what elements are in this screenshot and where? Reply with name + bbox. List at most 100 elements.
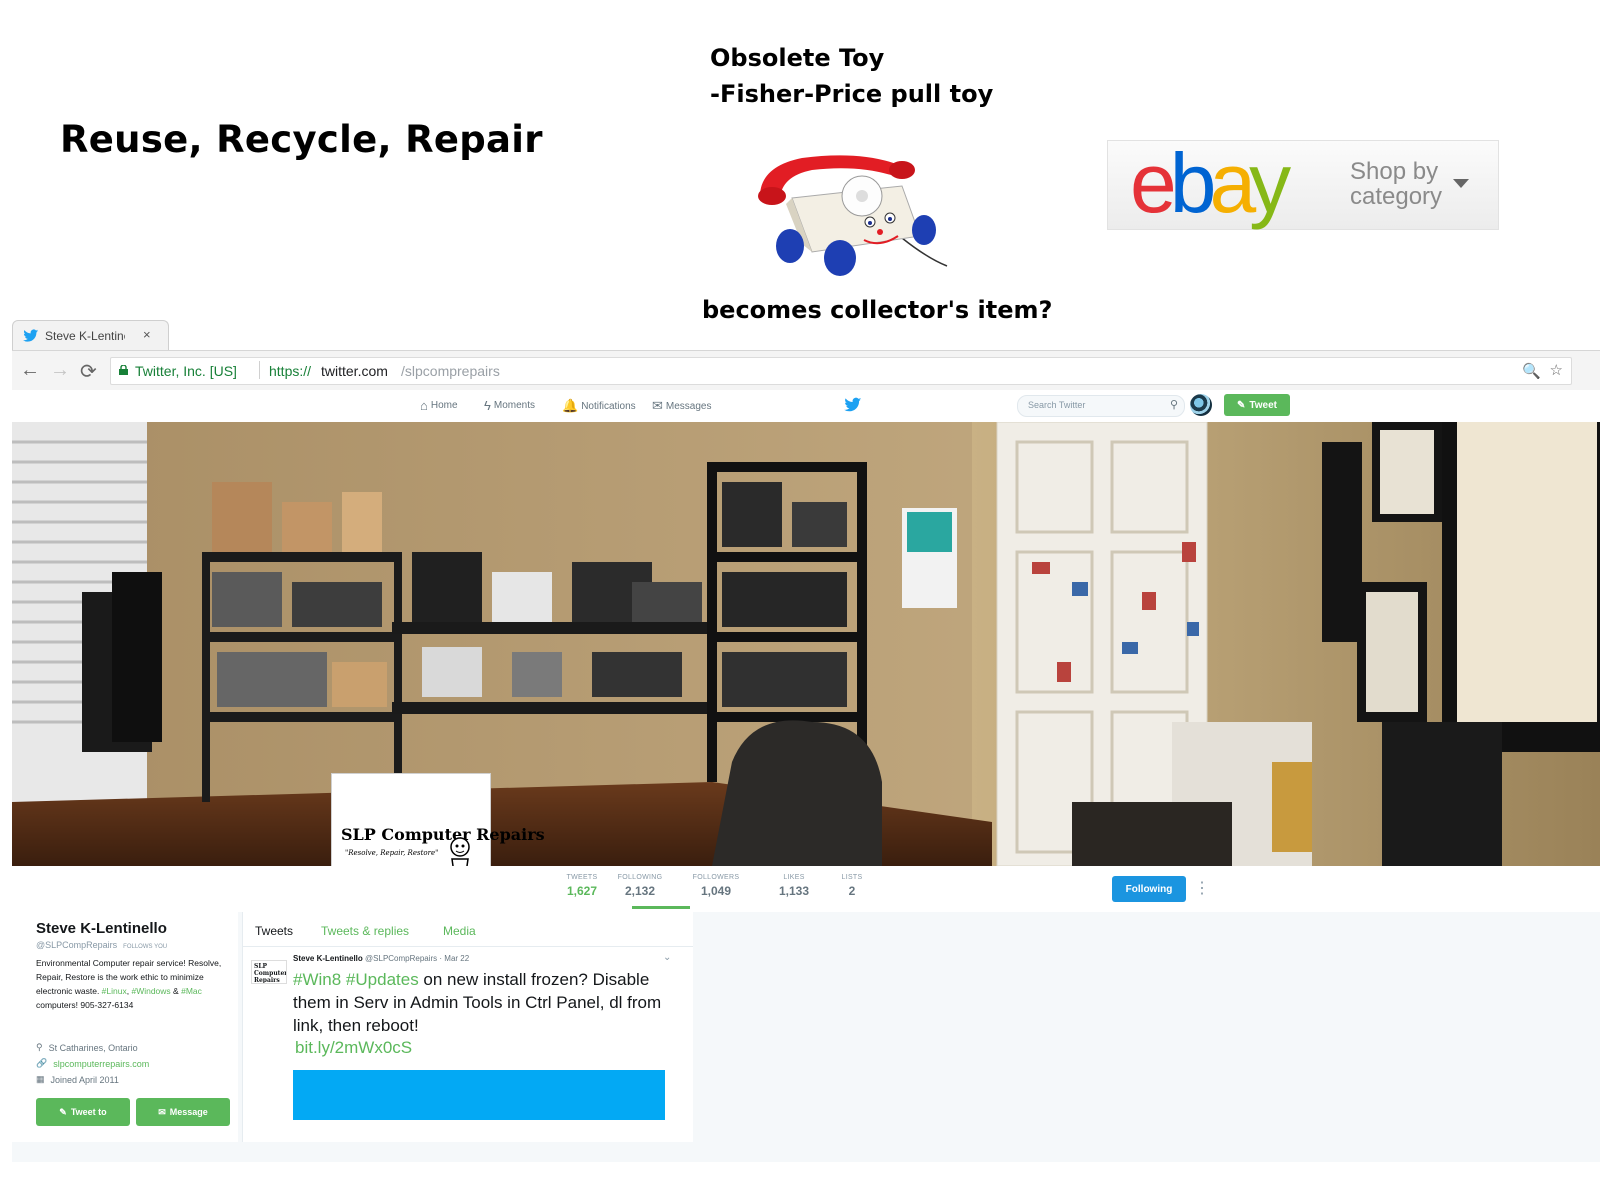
browser-window: Steve K-Lentinello × ← → ⟳ Twitter, Inc.… [12,320,1600,1162]
stat-followers[interactable]: Followers 1,049 [686,874,746,898]
tweet-to-button[interactable]: ✎ Tweet to [36,1098,130,1126]
tweet-author[interactable]: Steve K-Lentinello [293,954,363,963]
envelope-icon: ✉ [652,398,663,413]
bio-text: computers! 905-327-6134 [36,1000,134,1010]
tweet-to-label: Tweet to [70,1107,107,1117]
ebay-logo-banner[interactable]: ebay Shop by category [1107,136,1499,230]
twitter-search-input[interactable]: Search Twitter ⚲ [1017,395,1185,417]
bell-icon: 🔔 [562,398,579,413]
url-field[interactable]: Twitter, Inc. [US] https:// twitter.com … [110,357,1572,385]
stat-label: Followers [692,874,740,881]
profile-joined: ▦ Joined April 2011 [36,1074,119,1085]
active-stat-underline [632,906,690,909]
profile-name[interactable]: Steve K-Lentinello [36,920,167,937]
tweet-header: Steve K-Lentinello @SLPCompRepairs · Mar… [293,954,469,963]
stat-value: 1,627 [566,884,598,898]
message-button[interactable]: ✉ Message [136,1098,230,1126]
tab-media[interactable]: Media [443,924,476,938]
hashtag-link[interactable]: #Mac [181,986,202,996]
calendar-icon: ▦ [36,1074,45,1084]
stat-tweets[interactable]: Tweets 1,627 [552,874,612,898]
ebay-letter-b: b [1169,136,1217,230]
lightning-icon: ϟ [484,398,491,413]
secure-org-label: Twitter, Inc. [US] [135,363,237,379]
tweet-link[interactable]: bit.ly/2mWx0cS [295,1038,412,1058]
tab-title: Steve K-Lentinello [45,329,125,343]
nav-messages-label: Messages [665,400,712,412]
message-icon: ✉ [158,1106,166,1117]
ebay-logo: ebay [1130,135,1291,231]
url-host: twitter.com [321,363,388,379]
stat-lists[interactable]: Lists 2 [822,874,882,898]
hashtag-link[interactable]: #Windows [131,986,170,996]
profile-header-photo [12,422,1600,866]
tweet-date[interactable]: · Mar 22 [439,954,469,963]
stat-likes[interactable]: Likes 1,133 [764,874,824,898]
tweet-avatar[interactable]: SLP Computer Repairs [251,960,287,984]
profile-stats-bar: Tweets 1,627 Following 2,132 Followers 1,049 L… [12,866,1600,913]
twitter-bird-icon[interactable] [844,397,862,413]
stat-value: 1,133 [778,884,810,898]
hashtag-link[interactable]: #Linux [102,986,127,996]
reload-icon[interactable]: ⟳ [80,359,97,384]
compose-icon: ✎ [59,1106,67,1117]
url-divider [259,361,260,379]
tab-tweets-replies[interactable]: Tweets & replies [321,924,409,938]
home-icon: ⌂ [420,398,428,413]
forward-arrow-icon[interactable]: → [50,359,70,382]
stat-label: Lists [841,874,863,881]
avatar-brand-name: SLP Computer Repairs [341,825,545,844]
profile-website[interactable]: 🔗 slpcomputerrepairs.com [36,1058,149,1069]
stat-value: 1,049 [700,884,732,898]
search-icon[interactable]: ⚲ [1170,398,1178,411]
back-arrow-icon[interactable]: ← [20,359,40,382]
nav-notifications[interactable]: 🔔 Notifications [562,398,636,414]
toy-caption-line1: Obsolete Toy [710,44,885,72]
url-scheme: https:// [269,363,312,379]
shop-by-label: Shop by [1350,158,1439,185]
bookmark-star-icon[interactable]: ☆ [1550,361,1563,379]
stat-value: 2,132 [624,884,656,898]
stat-label: Likes [783,874,805,881]
stat-label: Tweets [566,874,598,881]
tab-tweets[interactable]: Tweets [255,924,293,938]
nav-messages[interactable]: ✉ Messages [652,398,711,414]
chevron-down-icon[interactable]: ⌄ [663,952,671,963]
handle-text: @SLPCompRepairs [36,940,118,950]
lock-icon [119,365,128,375]
ebay-letter-y: y [1249,136,1291,230]
nav-moments[interactable]: ϟ Moments [484,398,535,413]
nav-moments-label: Moments [493,400,536,411]
avatar[interactable] [1190,394,1212,416]
browser-tab[interactable]: Steve K-Lentinello × [12,320,169,351]
tweet-media-card[interactable] [293,1070,665,1120]
hashtag-link[interactable]: #Win8 [293,970,341,989]
tweet-button[interactable]: ✎ Tweet [1224,394,1290,416]
profile-handle: @SLPCompRepairs Follows you [36,940,167,950]
slide-title: Reuse, Recycle, Repair [60,118,543,161]
shop-by-category-dropdown[interactable]: Shop by category [1350,159,1442,209]
category-label: category [1350,183,1443,210]
divider [243,946,693,947]
chevron-down-icon [1453,179,1469,188]
nav-notifications-label: Notifications [581,400,636,412]
profile-bio: Environmental Computer repair service! R… [36,956,232,1012]
ebay-letter-a: a [1209,136,1256,230]
profile-sidebar: Steve K-Lentinello @SLPCompRepairs Follow… [12,912,238,1142]
tweet-handle[interactable]: @SLPCompRepairs [365,954,437,963]
bio-text: & [170,986,182,996]
zoom-icon[interactable]: 🔍 [1522,362,1541,380]
website-link[interactable]: slpcomputerrepairs.com [53,1059,149,1069]
close-icon[interactable]: × [143,327,151,342]
ebay-letter-e: e [1130,136,1177,230]
tweets-column: Tweets Tweets & replies Media SLP Comput… [242,912,693,1142]
nav-home-label: Home [430,400,458,411]
hashtag-link[interactable]: #Updates [346,970,419,989]
url-path: /slpcomprepairs [401,363,500,379]
compose-icon: ✎ [1237,399,1246,411]
stat-following[interactable]: Following 2,132 [610,874,670,898]
joined-text: Joined April 2011 [50,1074,119,1085]
following-button[interactable]: Following [1112,876,1186,902]
more-options-icon[interactable]: ⋮ [1194,878,1210,898]
nav-home[interactable]: ⌂ Home [420,398,458,413]
